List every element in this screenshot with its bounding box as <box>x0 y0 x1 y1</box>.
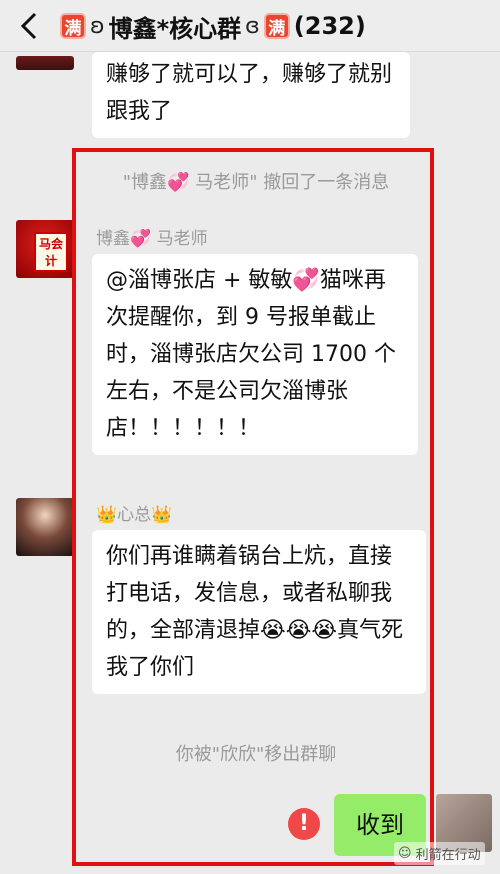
watermark: ☺ 利箭在行动 <box>394 842 485 865</box>
send-failed-icon[interactable]: ! <box>288 808 320 840</box>
avatar[interactable]: 马会计 <box>16 220 74 278</box>
wechat-icon: ☺ <box>398 846 412 861</box>
sender-name: 👑心总👑 <box>96 505 173 525</box>
recall-notice: "博鑫💞 马老师" 撤回了一条消息 <box>122 172 390 193</box>
chat-header: 满 ʚ 博鑫*核心群 ɞ 满 (232) <box>0 0 500 52</box>
message-bubble[interactable]: 你们再谁瞒着锅台上炕，直接打电话，发信息，或者私聊我的，全部清退掉😭😭😭真气死我… <box>92 530 426 694</box>
back-button[interactable] <box>14 8 44 44</box>
removed-notice: 你被"欣欣"移出群聊 <box>175 744 337 765</box>
member-count: (232) <box>293 12 366 40</box>
message-bubble[interactable]: 赚够了就可以了，赚够了就别跟我了 <box>92 52 410 138</box>
chevron-left-icon <box>20 12 37 40</box>
full-badge-icon: 满 <box>263 13 290 39</box>
avatar[interactable] <box>16 498 74 556</box>
message-bubble[interactable]: @淄博张店 + 敏敏💞猫咪再次提醒你，到 9 号报单截止时，淄博张店欠公司 17… <box>92 254 418 455</box>
sender-name: 博鑫💞 马老师 <box>96 229 208 249</box>
avatar-seal: 马会计 <box>34 232 68 272</box>
avatar[interactable] <box>16 56 74 70</box>
group-name: 博鑫*核心群 <box>108 14 242 43</box>
chat-title[interactable]: 满 ʚ 博鑫*核心群 ɞ 满 (232) <box>60 6 500 46</box>
full-badge-icon: 满 <box>60 13 86 39</box>
flourish-icon: ɞ <box>245 13 260 39</box>
flourish-icon: ʚ <box>90 13 105 39</box>
watermark-text: 利箭在行动 <box>415 848 481 863</box>
